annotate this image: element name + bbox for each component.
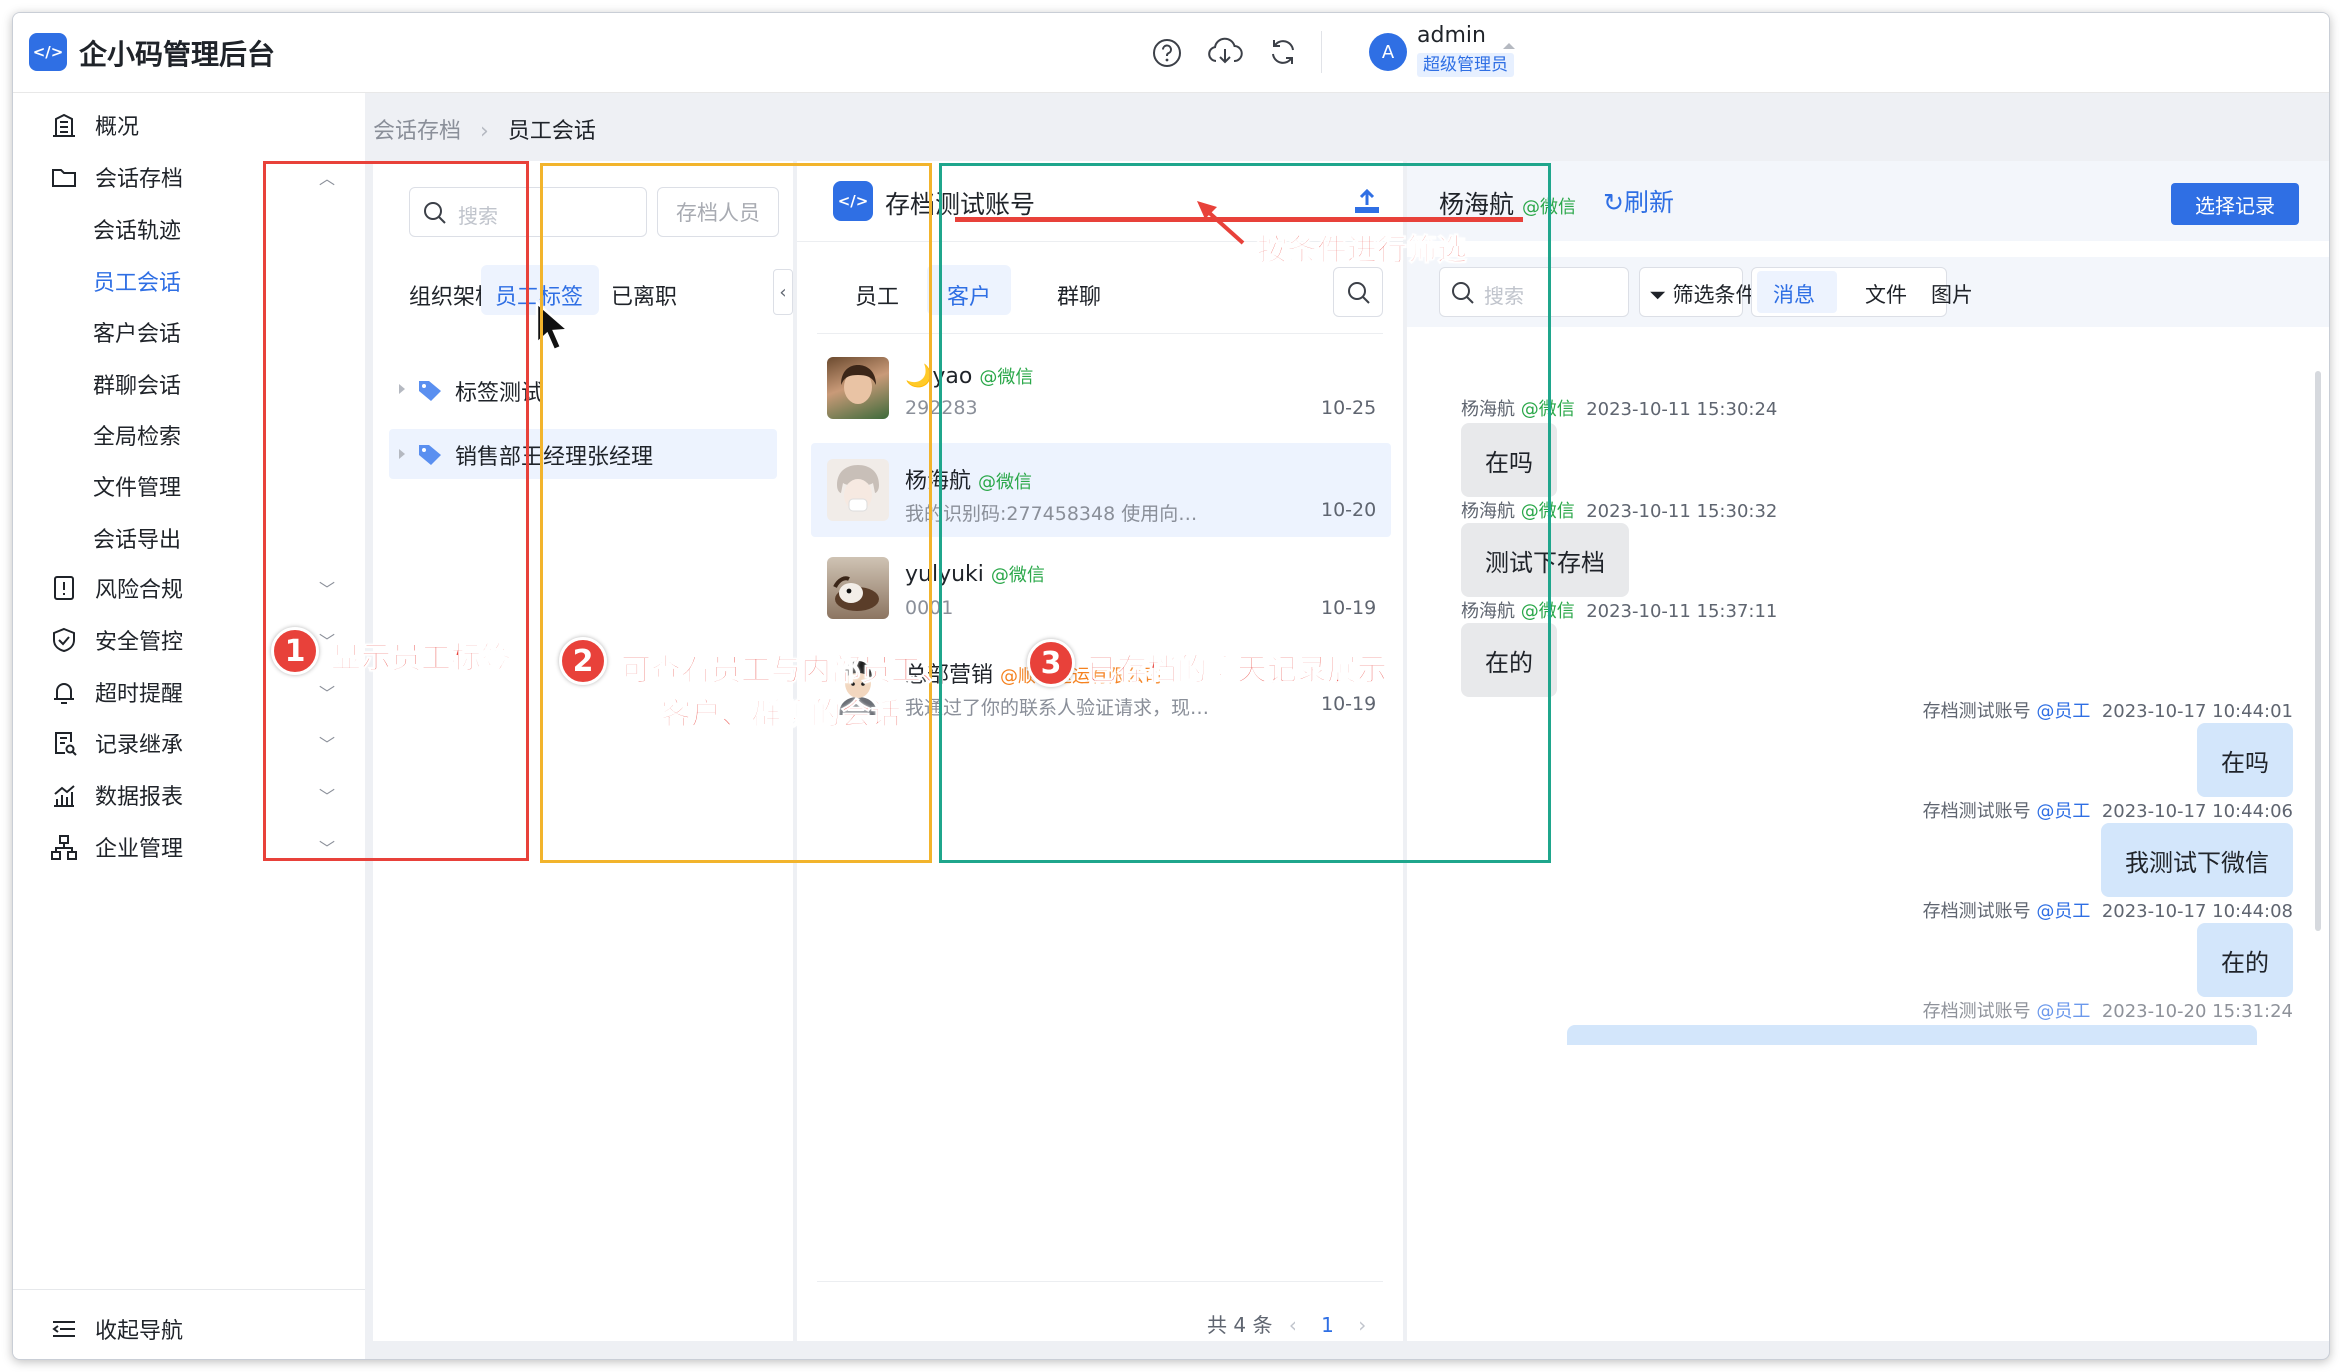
menu-collapse-icon xyxy=(49,1314,79,1344)
chat-scrollbar[interactable] xyxy=(2315,371,2321,931)
message-meta: 存档测试账号 @员工 2023-10-20 15:31:24 xyxy=(1922,1001,2293,1022)
filter-button-content[interactable]: ⏷ 筛选条件 xyxy=(1649,279,1757,309)
breadcrumb-current: 员工会话 xyxy=(507,119,596,144)
app-title: 企小码管理后台 xyxy=(79,38,276,71)
annotation-text-1: 显示员工标签 xyxy=(331,641,512,677)
cloud-download-icon[interactable] xyxy=(1207,35,1243,69)
refresh-link[interactable]: ↻刷新 xyxy=(1603,183,1674,219)
annotation-text-2b: 客户、群聊的会话 xyxy=(661,697,902,733)
tab-files[interactable]: 文件 xyxy=(1865,279,1907,309)
annotation-number-1: 1 xyxy=(271,627,319,675)
annotation-number-3: 3 xyxy=(1027,639,1075,687)
annotation-text-2a: 可查看员工与内部员工、 xyxy=(621,653,952,689)
highlight-box-conversations xyxy=(540,163,932,863)
sidebar-item-overview[interactable]: 概况 xyxy=(13,95,365,155)
help-icon[interactable] xyxy=(1151,37,1183,69)
pagination-total: 共 4 条 xyxy=(1207,1313,1273,1337)
message-meta: 存档测试账号 @员工 2023-10-17 10:44:06 xyxy=(1922,801,2293,822)
top-bar: </> 企小码管理后台 A admin 超级管理员 xyxy=(13,13,2329,93)
page-number[interactable]: 1 xyxy=(1321,1313,1334,1337)
message-bubble: 我测试下微信 xyxy=(2101,823,2293,897)
folder-icon xyxy=(49,162,79,192)
message-bubble: 在吗 xyxy=(2197,723,2293,797)
message-meta: 存档测试账号 @员工 2023-10-17 10:44:01 xyxy=(1922,701,2293,722)
org-icon xyxy=(49,832,79,862)
prev-page-icon[interactable]: ‹ xyxy=(1289,1313,1297,1337)
breadcrumb: 会话存档 › 员工会话 xyxy=(373,113,596,145)
chart-icon xyxy=(49,780,79,810)
app-logo: </> xyxy=(29,33,67,71)
select-records-button[interactable]: 选择记录 xyxy=(2171,183,2299,225)
breadcrumb-separator-icon: › xyxy=(480,119,489,144)
header-divider xyxy=(1321,31,1322,73)
dashboard-icon xyxy=(49,110,79,140)
tab-images[interactable]: 图片 xyxy=(1931,279,1973,309)
breadcrumb-parent[interactable]: 会话存档 xyxy=(373,119,461,144)
message-bubble: 在的 xyxy=(2197,923,2293,997)
pagination: 共 4 条 ‹ 1 › xyxy=(1207,1309,1366,1338)
caret-up-icon[interactable] xyxy=(1503,43,1515,49)
role-badge: 超级管理员 xyxy=(1417,53,1514,77)
refresh-icon: ↻ xyxy=(1603,188,1624,217)
user-name[interactable]: admin xyxy=(1417,23,1486,48)
collapse-nav-button[interactable]: 收起导航 xyxy=(13,1299,365,1359)
risk-icon xyxy=(49,573,79,603)
annotation-number-2: 2 xyxy=(559,637,607,685)
avatar[interactable]: A xyxy=(1369,33,1407,71)
tab-messages-label[interactable]: 消息 xyxy=(1773,279,1815,309)
annotation-filter: 按条件进行筛选 xyxy=(1257,233,1468,269)
annotation-text-3: 已存档的聊天记录展示 xyxy=(1087,653,1388,689)
arrow-icon xyxy=(1191,197,1251,249)
app-window: </> 企小码管理后台 A admin 超级管理员 概况 会话存档 ︿ 会话轨迹… xyxy=(12,12,2330,1360)
alarm-icon xyxy=(49,677,79,707)
message-meta: 存档测试账号 @员工 2023-10-17 10:44:08 xyxy=(1922,901,2293,922)
shield-icon xyxy=(49,625,79,655)
message-bubble-partial xyxy=(1567,1025,2257,1045)
sidebar-divider xyxy=(13,1289,365,1290)
next-page-icon[interactable]: › xyxy=(1358,1313,1366,1337)
highlight-box-tags xyxy=(263,161,529,861)
inherit-icon xyxy=(49,728,79,758)
pagination-divider xyxy=(817,1281,1383,1282)
refresh-icon[interactable] xyxy=(1267,36,1299,68)
filter-icon: ⏷ xyxy=(1649,283,1666,307)
